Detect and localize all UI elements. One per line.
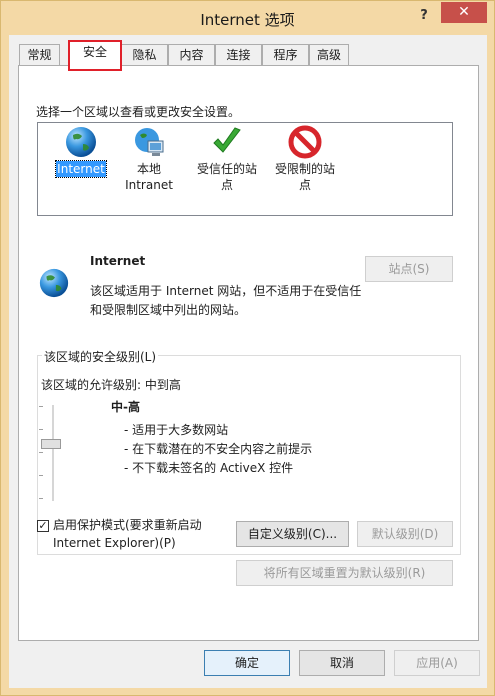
tab-highlight-box (68, 40, 122, 71)
level-bullet: - 不下载未签名的 ActiveX 控件 (124, 461, 294, 475)
allowed-levels-text: 该区域的允许级别: 中到高 (41, 378, 181, 392)
close-button[interactable]: ✕ (441, 2, 487, 23)
default-level-button[interactable]: 默认级别(D) (357, 521, 453, 547)
slider-tick (39, 475, 43, 476)
security-tab-panel: 选择一个区域以查看或更改安全设置。 Internet 本地 Intranet 受… (18, 65, 479, 641)
dialog-window: Internet 选项 ? ✕ 常规 安全 隐私 内容 连接 程序 高级 选择一… (0, 0, 495, 696)
zone-label-restricted-sites: 受限制的站 点 (274, 162, 335, 192)
apply-button[interactable]: 应用(A) (394, 650, 480, 676)
ok-button[interactable]: 确定 (204, 650, 290, 676)
tab-privacy[interactable]: 隐私 (121, 44, 168, 65)
slider-thumb[interactable] (41, 439, 61, 449)
level-name: 中-高 (111, 400, 140, 414)
slider-tick (39, 452, 43, 453)
slider-tick (39, 498, 43, 499)
zone-label-trusted-sites: 受信任的站 点 (196, 162, 257, 192)
level-bullet: - 在下载潜在的不安全内容之前提示 (124, 442, 313, 456)
dialog-client-area: 常规 安全 隐私 内容 连接 程序 高级 选择一个区域以查看或更改安全设置。 I… (9, 35, 487, 688)
tab-general[interactable]: 常规 (19, 44, 60, 65)
zone-item-restricted-sites[interactable]: 受限制的站 点 (262, 125, 348, 193)
security-level-group-label: 该区域的安全级别(L) (42, 348, 159, 365)
zone-item-trusted-sites[interactable]: 受信任的站 点 (184, 125, 270, 193)
globe-icon (66, 127, 96, 157)
slider-tick (39, 406, 43, 407)
zone-item-local-intranet[interactable]: 本地 Intranet (106, 125, 192, 193)
title-bar[interactable]: Internet 选项 ? ✕ (1, 1, 494, 35)
selected-zone-name: Internet (90, 254, 146, 268)
help-button[interactable]: ? (412, 5, 436, 27)
tab-connections[interactable]: 连接 (215, 44, 262, 65)
protected-mode-checkbox[interactable]: ✓ (37, 520, 49, 532)
level-bullet: - 适用于大多数网站 (124, 423, 229, 437)
zone-label-internet: Internet (55, 160, 107, 178)
intranet-icon (135, 128, 164, 156)
tab-programs[interactable]: 程序 (262, 44, 309, 65)
protected-mode-label[interactable]: 启用保护模式(要求重新启动 Internet Explorer)(P) (53, 516, 202, 552)
reset-all-zones-button[interactable]: 将所有区域重置为默认级别(R) (236, 560, 453, 586)
slider-track[interactable] (52, 405, 54, 501)
checkmark-icon (213, 127, 241, 153)
restricted-icon (288, 125, 322, 159)
globe-icon (39, 268, 69, 298)
tab-advanced[interactable]: 高级 (309, 44, 349, 65)
custom-level-button[interactable]: 自定义级别(C)... (236, 521, 349, 547)
zone-description: 该区域适用于 Internet 网站，但不适用于在受信任 和受限制区域中列出的网… (90, 284, 362, 317)
zone-instruction: 选择一个区域以查看或更改安全设置。 (36, 105, 241, 119)
tab-content[interactable]: 内容 (168, 44, 215, 65)
slider-tick (39, 429, 43, 430)
zone-label-local-intranet: 本地 Intranet (125, 162, 173, 192)
zone-list[interactable]: Internet 本地 Intranet 受信任的站 点 受限制的站 点 (37, 122, 453, 216)
sites-button[interactable]: 站点(S) (365, 256, 453, 282)
cancel-button[interactable]: 取消 (299, 650, 385, 676)
